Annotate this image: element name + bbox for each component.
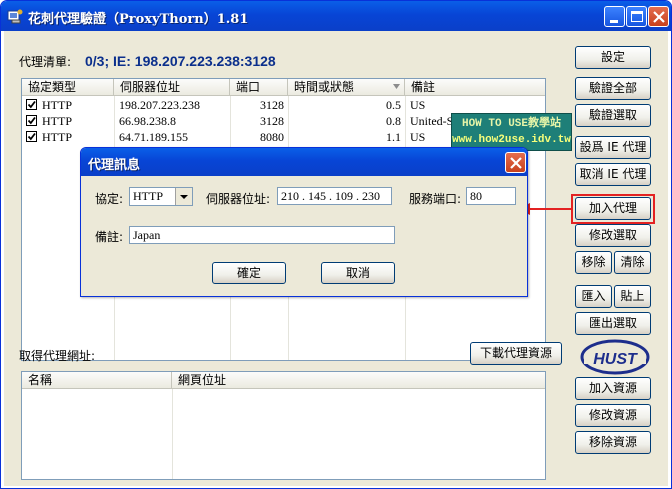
download-sources-button[interactable]: 下載代理資源 xyxy=(470,342,562,365)
cell-protocol: HTTP xyxy=(42,98,72,112)
watermark-banner: HOW TO USE教學站 www.how2use.idv.tw xyxy=(451,113,572,151)
edit-selected-button[interactable]: 修改選取 xyxy=(575,224,651,247)
app-icon xyxy=(7,9,23,24)
checkmark-icon xyxy=(27,132,36,141)
cell-address: 198.207.223.238 xyxy=(119,98,200,112)
dialog-close-button[interactable] xyxy=(505,152,526,173)
checkmark-icon xyxy=(27,100,36,109)
edit-source-button[interactable]: 修改資源 xyxy=(575,404,651,427)
export-selected-button[interactable]: 匯出選取 xyxy=(575,312,651,335)
proxy-list-header: 協定類型 伺服器位址 端口 時間或狀態 備註 xyxy=(22,79,545,96)
sort-arrow-icon xyxy=(393,84,400,89)
column-header-time[interactable]: 時間或狀態 xyxy=(288,79,405,95)
dialog-title-bar[interactable]: 代理訊息 xyxy=(81,148,527,176)
chevron-down-icon xyxy=(180,195,188,199)
window-title: 花刺代理驗證（ProxyThorn）1.81 xyxy=(28,12,249,27)
remove-source-button[interactable]: 移除資源 xyxy=(575,431,651,454)
import-button[interactable]: 匯入 xyxy=(575,285,612,308)
cell-address: 64.71.189.155 xyxy=(119,130,188,144)
cell-address: 66.98.238.8 xyxy=(119,114,176,128)
main-window: 花刺代理驗證（ProxyThorn）1.81 代理清單: 0/3; IE: 19… xyxy=(0,0,672,489)
paste-button[interactable]: 貼上 xyxy=(614,285,651,308)
cell-note: US xyxy=(410,98,426,112)
minimize-icon xyxy=(610,20,618,23)
verify-selected-button[interactable]: 驗證選取 xyxy=(575,104,651,127)
port-label: 服務端口: xyxy=(409,192,462,206)
unset-ie-proxy-button[interactable]: 取消 IE 代理 xyxy=(575,163,651,186)
cell-protocol: HTTP xyxy=(42,130,72,144)
row-checkbox[interactable] xyxy=(26,131,37,142)
column-header-protocol[interactable]: 協定類型 xyxy=(22,79,114,95)
verify-all-button[interactable]: 驗證全部 xyxy=(575,77,651,100)
ok-button[interactable]: 確定 xyxy=(212,262,286,284)
cancel-button[interactable]: 取消 xyxy=(321,262,395,284)
maximize-icon xyxy=(631,11,643,22)
note-label: 備註: xyxy=(95,230,124,244)
cell-port: 3128 xyxy=(260,114,284,128)
sources-list[interactable]: 名稱 網頁位址 xyxy=(21,371,546,480)
dialog-title: 代理訊息 xyxy=(88,158,141,173)
title-bar[interactable]: 花刺代理驗證（ProxyThorn）1.81 xyxy=(1,1,671,31)
cell-port: 8080 xyxy=(260,130,284,144)
clear-button[interactable]: 清除 xyxy=(614,251,651,274)
add-proxy-button[interactable]: 加入代理 xyxy=(575,197,651,220)
cell-port: 3128 xyxy=(260,98,284,112)
column-header-name[interactable]: 名稱 xyxy=(22,372,172,388)
column-header-note[interactable]: 備註 xyxy=(405,79,545,95)
close-icon xyxy=(510,157,522,169)
address-input[interactable]: 210 . 145 . 109 . 230 xyxy=(277,187,392,205)
watermark-line2: www.how2use.idv.tw xyxy=(452,134,571,146)
note-input[interactable]: Japan xyxy=(129,226,395,244)
column-header-port[interactable]: 端口 xyxy=(230,79,288,95)
grid-line xyxy=(172,389,173,479)
watermark-line1: HOW TO USE教學站 xyxy=(461,118,561,130)
address-label: 伺服器位址: xyxy=(206,192,271,206)
cell-time: 0.8 xyxy=(386,114,401,128)
remove-button[interactable]: 移除 xyxy=(575,251,612,274)
add-source-button[interactable]: 加入資源 xyxy=(575,377,651,400)
column-header-address[interactable]: 伺服器位址 xyxy=(114,79,230,95)
sources-list-header: 名稱 網頁位址 xyxy=(22,372,545,389)
proxy-list-label: 代理清單: xyxy=(19,55,72,69)
settings-button[interactable]: 設定 xyxy=(575,46,651,69)
row-checkbox[interactable] xyxy=(26,99,37,110)
close-icon xyxy=(653,11,665,23)
dropdown-button[interactable] xyxy=(175,188,192,205)
minimize-button[interactable] xyxy=(604,6,625,27)
checkmark-icon xyxy=(27,116,36,125)
cell-protocol: HTTP xyxy=(42,114,72,128)
cell-time: 1.1 xyxy=(386,130,401,144)
hust-logo: HUST xyxy=(580,339,650,375)
protocol-select-value: HTTP xyxy=(133,189,163,203)
sources-label: 取得代理網址: xyxy=(19,349,96,363)
close-button[interactable] xyxy=(648,6,669,27)
column-header-time-label: 時間或狀態 xyxy=(294,80,355,94)
protocol-select[interactable]: HTTP xyxy=(129,187,193,206)
maximize-button[interactable] xyxy=(626,6,647,27)
table-row[interactable]: HTTP 198.207.223.238 3128 0.5 US xyxy=(22,97,545,113)
protocol-label: 協定: xyxy=(95,192,124,206)
cell-time: 0.5 xyxy=(386,98,401,112)
hust-logo-text: HUST xyxy=(593,351,638,368)
row-checkbox[interactable] xyxy=(26,115,37,126)
proxy-summary: 0/3; IE: 198.207.223.238:3128 xyxy=(79,51,550,71)
set-ie-proxy-button[interactable]: 設爲 IE 代理 xyxy=(575,136,651,159)
proxy-info-dialog: 代理訊息 協定: HTTP 伺服器位址: 210 . 145 . 109 . 2… xyxy=(80,147,528,297)
port-input[interactable]: 80 xyxy=(466,187,516,205)
column-header-url[interactable]: 網頁位址 xyxy=(172,372,545,388)
